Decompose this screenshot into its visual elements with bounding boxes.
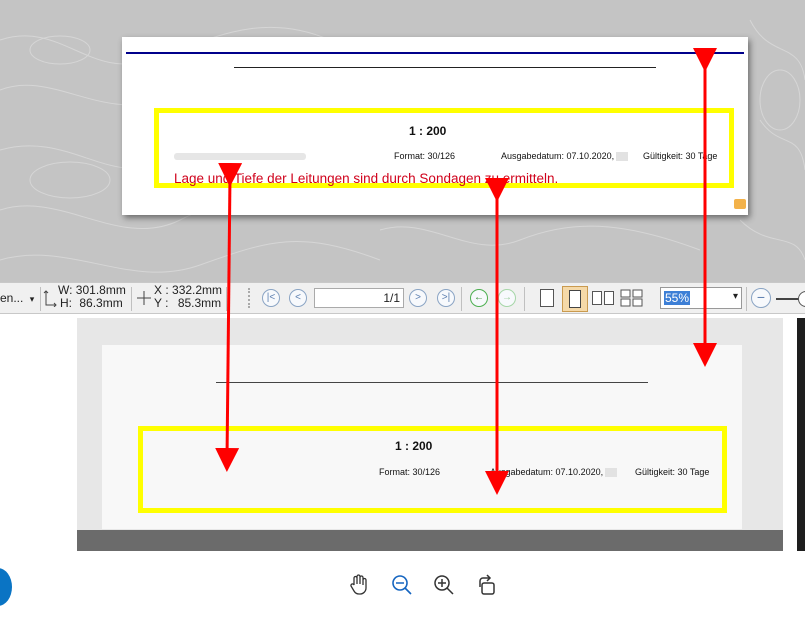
last-page-button[interactable]: >| (437, 289, 455, 307)
height-readout: H: 86.3mm (60, 296, 123, 310)
rotate-icon[interactable] (475, 573, 499, 597)
continuous-page-icon[interactable] (562, 286, 588, 312)
page-number-field[interactable]: 1/1 (314, 288, 404, 308)
mode-dropdown[interactable]: en... ▾ (0, 291, 34, 305)
header-line (234, 67, 656, 68)
dimensions-icon (43, 289, 57, 308)
zoom-select[interactable]: 55% ▾ (660, 287, 742, 309)
mode-dropdown-label: en... (0, 291, 24, 305)
first-page-button[interactable]: |< (262, 289, 280, 307)
back-button[interactable]: ← (470, 289, 488, 307)
viewer-page-area: 1 : 200 Format: 30/126 Ausgabedatum: 07.… (77, 318, 783, 551)
note-text: Lage und Tiefe der Leitungen sind durch … (174, 171, 559, 186)
comment-icon[interactable] (734, 199, 746, 209)
zoom-slider-thumb[interactable] (798, 291, 805, 307)
zoom-out-icon[interactable] (390, 573, 414, 597)
forward-button[interactable]: → (498, 289, 516, 307)
side-panel-edge (797, 318, 805, 551)
redacted-text (174, 153, 306, 160)
chevron-down-icon: ▾ (732, 291, 738, 302)
grip-handle[interactable] (248, 288, 256, 308)
next-page-button[interactable]: > (409, 289, 427, 307)
format-text: Format: 30/126 (394, 151, 456, 161)
viewer-header-line (216, 382, 648, 383)
zoom-slider[interactable] (776, 291, 805, 307)
viewer-page: 1 : 200 Format: 30/126 Ausgabedatum: 07.… (102, 345, 742, 529)
page-preview-top: 1 : 200 Format: 30/126 Ausgabedatum: 07.… (122, 37, 748, 215)
single-page-icon[interactable] (540, 289, 554, 307)
blue-rule (126, 52, 744, 54)
zoom-out-button[interactable]: − (751, 288, 771, 308)
grid-view-icon[interactable] (620, 289, 644, 307)
zoom-in-icon[interactable] (432, 573, 456, 597)
hand-icon[interactable] (347, 573, 371, 597)
previous-page-button[interactable]: < (289, 289, 307, 307)
issue-date-text: Ausgabedatum: 07.10.2020, (501, 151, 629, 162)
two-page-icon[interactable] (592, 291, 616, 305)
viewer-bottom-bar (77, 530, 783, 551)
floating-action-button[interactable] (0, 568, 12, 606)
validity-text: Gültigkeit: 30 Tage (643, 151, 718, 161)
viewer-issue-date-text: Ausgabedatum: 07.10.2020, (490, 467, 618, 478)
chevron-down-icon: ▾ (29, 294, 35, 304)
y-readout: Y : 85.3mm (154, 296, 222, 310)
scale-text: 1 : 200 (409, 124, 447, 138)
measurement-toolbar: en... ▾ W: 301.8mm H: 86.3mm X : 332.2mm… (0, 282, 805, 314)
document-canvas: 1 : 200 Format: 30/126 Ausgabedatum: 07.… (0, 0, 805, 282)
crosshair-icon (136, 290, 152, 306)
viewer-format-text: Format: 30/126 (379, 467, 441, 477)
viewer-validity-text: Gültigkeit: 30 Tage (635, 467, 710, 477)
viewer-scale-text: 1 : 200 (395, 439, 433, 453)
